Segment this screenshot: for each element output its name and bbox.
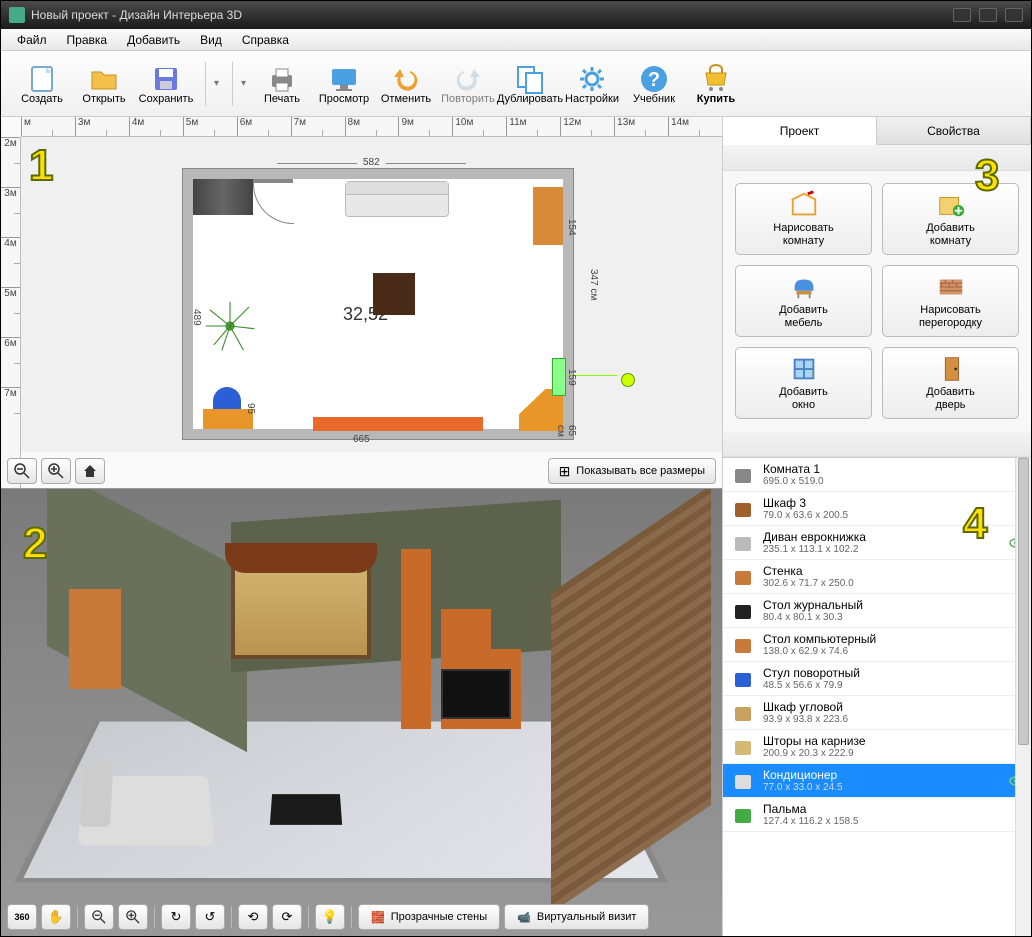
dim-right-top: 154 [566, 219, 577, 236]
object-row[interactable]: Пальма127.4 x 116.2 x 158.5 [723, 798, 1031, 832]
undo-button[interactable]: Отменить [375, 56, 437, 112]
wall-right-3d [551, 488, 711, 913]
help-button[interactable]: ?Учебник [623, 56, 685, 112]
room-outline[interactable]: 32,52 582 347 см [183, 169, 573, 439]
plant-2d[interactable] [203, 299, 257, 353]
window-3d [231, 549, 371, 659]
panel-tabs: Проект Свойства [723, 117, 1031, 145]
door-2d[interactable] [253, 179, 293, 183]
dim-top: 582 [363, 157, 380, 168]
marker-4: 4 [963, 499, 1007, 549]
add-furn-button[interactable]: Добавитьмебель [735, 265, 872, 337]
cabinet-3d [69, 589, 121, 689]
close-button[interactable] [1005, 8, 1023, 22]
svg-text:?: ? [648, 69, 660, 91]
toolbar: СоздатьОткрытьСохранить▾▾ПечатьПросмотрО… [1, 51, 1031, 117]
table-2d[interactable] [373, 273, 415, 315]
dim-right-mid: 159 [566, 369, 577, 386]
tab-properties[interactable]: Свойства [877, 117, 1031, 144]
show-all-dims-button[interactable]: Показывать все размеры [548, 458, 716, 484]
pan-button[interactable]: ✋ [41, 904, 71, 930]
ruler-horizontal: м3м4м5м6м7м8м9м10м11м12м13м14м [21, 117, 722, 137]
add-door-button[interactable]: Добавитьдверь [882, 347, 1019, 419]
virtual-visit-button[interactable]: 📹Виртуальный визит [504, 904, 649, 930]
rotate-cw-button[interactable]: ↻ [161, 904, 191, 930]
scrollbar[interactable] [1015, 458, 1031, 936]
draw-room-button[interactable]: Нарисоватькомнату [735, 183, 872, 255]
marker-2: 2 [23, 519, 67, 569]
object-row[interactable]: Стол журнальный80.4 x 80.1 x 30.3 [723, 594, 1031, 628]
transparent-walls-button[interactable]: 🧱Прозрачные стены [358, 904, 500, 930]
canvas-2d[interactable]: 32,52 582 347 см [21, 137, 722, 452]
view-3d-area[interactable]: 2 360 ✋ ↻ ↺ ⟲ ⟳ 💡 🧱Прозрачные ст [1, 488, 722, 936]
tv-3d [441, 669, 511, 719]
print-button[interactable]: Печать [251, 56, 313, 112]
plan-2d-area[interactable]: м3м4м5м6м7м8м9м10м11м12м13м14м 2м3м4м5м6… [1, 117, 722, 488]
object-row[interactable]: Кондиционер77.0 x 33.0 x 24.5 [723, 764, 1031, 798]
tab-project[interactable]: Проект [723, 117, 877, 145]
sofa-2d[interactable] [345, 181, 449, 217]
menu-Добавить[interactable]: Добавить [117, 31, 190, 49]
dup-button[interactable]: Дублировать [499, 56, 561, 112]
home-button[interactable] [75, 458, 105, 484]
menu-Файл[interactable]: Файл [7, 31, 57, 49]
object-row[interactable]: Стенка302.6 x 71.7 x 250.0 [723, 560, 1031, 594]
dim-desk: 95 [245, 403, 256, 414]
dim-left: 489 [191, 309, 202, 326]
zoom-in-3d-button[interactable] [118, 904, 148, 930]
selection-handle[interactable] [621, 373, 635, 387]
marker-1: 1 [29, 141, 73, 191]
tilt-up-button[interactable]: ⟲ [238, 904, 268, 930]
tools-3d: 360 ✋ ↻ ↺ ⟲ ⟳ 💡 🧱Прозрачные стены 📹Вирту [7, 904, 716, 930]
actions-grid: НарисоватькомнатуДобавитькомнатуДобавить… [723, 171, 1031, 431]
menu-Правка[interactable]: Правка [57, 31, 118, 49]
app-icon [9, 7, 25, 23]
plan-tools [7, 458, 105, 484]
scrollbar-thumb[interactable] [1018, 458, 1029, 745]
rotate-ccw-button[interactable]: ↺ [195, 904, 225, 930]
rotate-360-button[interactable]: 360 [7, 904, 37, 930]
light-button[interactable]: 💡 [315, 904, 345, 930]
window-title: Новый проект - Дизайн Интерьера 3D [31, 8, 945, 22]
maximize-button[interactable] [979, 8, 997, 22]
add-window-button[interactable]: Добавитьокно [735, 347, 872, 419]
buy-button[interactable]: Купить [685, 56, 747, 112]
titlebar: Новый проект - Дизайн Интерьера 3D [1, 1, 1031, 29]
marker-3: 3 [975, 151, 1019, 201]
object-row[interactable]: Шкаф угловой93.9 x 93.8 x 223.6 [723, 696, 1031, 730]
ruler-vertical: 2м3м4м5м6м7м [1, 137, 21, 488]
create-button[interactable]: Создать [11, 56, 73, 112]
open-button[interactable]: Открыть [73, 56, 135, 112]
menu-Справка[interactable]: Справка [232, 31, 299, 49]
dim-right-outer: 347 см [588, 269, 599, 300]
wardrobe-2d[interactable] [193, 179, 253, 215]
sofa2-2d[interactable] [313, 417, 483, 431]
zoom-in-button[interactable] [41, 458, 71, 484]
dim-bottom: 665 [353, 434, 370, 445]
ac-2d[interactable] [553, 359, 565, 395]
sofa-3d [78, 776, 215, 845]
zoom-out-button[interactable] [7, 458, 37, 484]
settings-button[interactable]: Настройки [561, 56, 623, 112]
menubar: ФайлПравкаДобавитьВидСправка [1, 29, 1031, 51]
object-row[interactable]: Комната 1695.0 x 519.0 [723, 458, 1031, 492]
view-button[interactable]: Просмотр [313, 56, 375, 112]
tilt-down-button[interactable]: ⟳ [272, 904, 302, 930]
menu-Вид[interactable]: Вид [190, 31, 232, 49]
draw-wall-button[interactable]: Нарисоватьперегородку [882, 265, 1019, 337]
shelf-2d[interactable] [533, 187, 563, 245]
dim-right-bot: 65 см [555, 425, 577, 437]
table-3d [270, 794, 342, 825]
minimize-button[interactable] [953, 8, 971, 22]
save-button[interactable]: Сохранить [135, 56, 197, 112]
right-panel: Проект Свойства НарисоватькомнатуДобавит… [723, 117, 1031, 936]
object-row[interactable]: Стол компьютерный138.0 x 62.9 x 74.6 [723, 628, 1031, 662]
object-row[interactable]: Шторы на карнизе200.9 x 20.3 x 222.9 [723, 730, 1031, 764]
object-row[interactable]: Стул поворотный48.5 x 56.6 x 79.9 [723, 662, 1031, 696]
redo-button[interactable]: Повторить [437, 56, 499, 112]
zoom-out-3d-button[interactable] [84, 904, 114, 930]
section-header-objects [723, 431, 1031, 457]
